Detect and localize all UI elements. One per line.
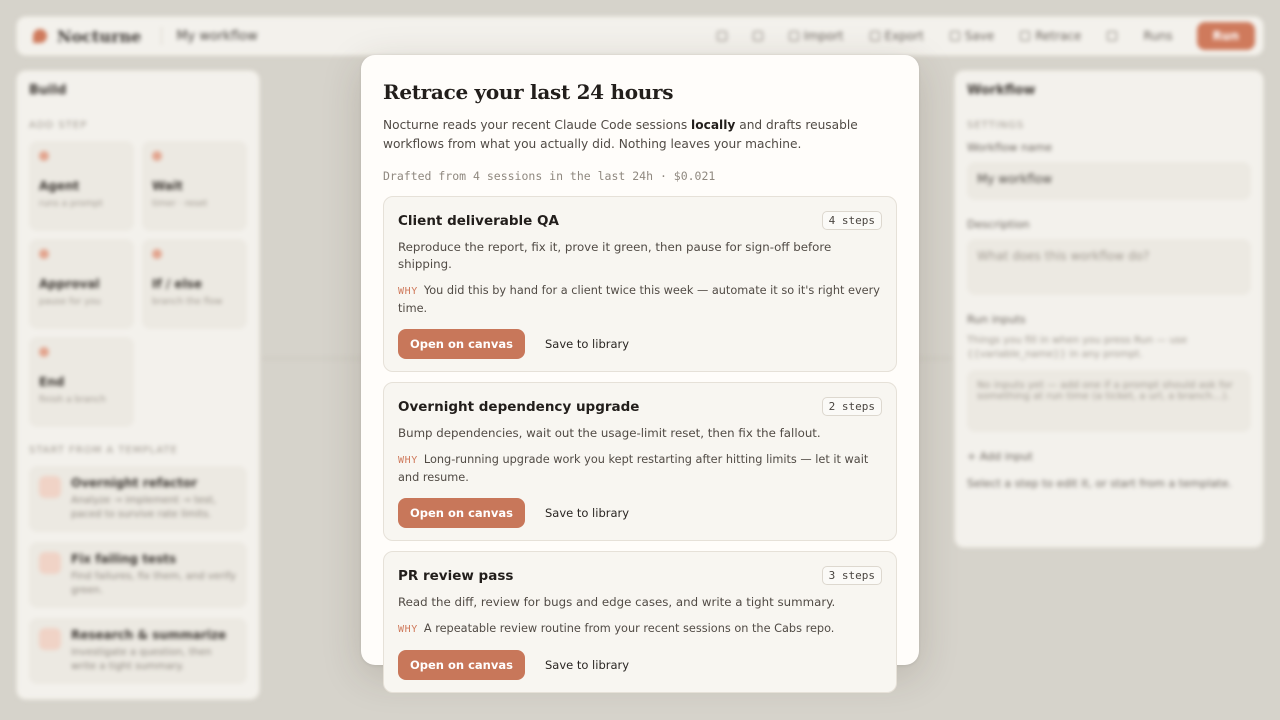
step-card-end[interactable]: End finish a branch: [29, 337, 134, 427]
step-card-if-else[interactable]: If / else branch the flow: [142, 239, 247, 329]
save-button[interactable]: Save: [949, 29, 994, 43]
approval-icon: [39, 249, 49, 259]
card-description: Reproduce the report, fix it, prove it g…: [398, 240, 832, 271]
steps-badge: 3 steps: [821, 566, 882, 585]
workflow-name-label: Workflow name: [967, 141, 1053, 154]
workflow-name-field[interactable]: My workflow: [967, 162, 1251, 200]
templates-label: START FROM A TEMPLATE: [29, 445, 178, 456]
steps-badge: 2 steps: [821, 397, 882, 416]
open-on-canvas-button[interactable]: Open on canvas: [398, 650, 525, 680]
run-inputs-label: Run inputs: [967, 313, 1026, 326]
retrace-button[interactable]: Retrace: [1020, 29, 1081, 43]
runs-button[interactable]: Runs: [1143, 29, 1172, 43]
retrace-modal: Retrace your last 24 hours Nocturne read…: [361, 55, 919, 693]
branch-icon: [152, 249, 162, 259]
workflow-panel: Workflow SETTINGS Workflow name My workf…: [954, 70, 1264, 548]
add-step-label: ADD STEP: [29, 120, 88, 131]
import-button[interactable]: Import: [788, 29, 844, 43]
card-title: Overnight dependency upgrade: [398, 398, 640, 415]
redo-icon: [752, 31, 763, 41]
template-card[interactable]: Research & summarize Investigate a questi…: [29, 618, 247, 684]
workflow-name[interactable]: My workflow: [176, 29, 690, 44]
undo-button[interactable]: [716, 31, 727, 41]
build-panel-title: Build: [29, 83, 67, 98]
save-to-library-button[interactable]: Save to library: [545, 506, 629, 520]
workflow-suggestion-card: PR review pass 3 steps Read the diff, re…: [383, 551, 897, 693]
step-card-wait[interactable]: Wait timer · reset: [142, 141, 247, 231]
template-icon: [39, 628, 61, 650]
locally-emphasis: locally: [691, 118, 736, 132]
clock-icon: [152, 151, 162, 161]
run-inputs-empty: No inputs yet — add one if a prompt shou…: [967, 370, 1251, 432]
sessions-meta: Drafted from 4 sessions in the last 24h …: [383, 169, 716, 183]
settings-label: SETTINGS: [967, 120, 1025, 131]
template-card[interactable]: Fix failing tests Find failures, fix them…: [29, 542, 247, 608]
template-icon: [39, 476, 61, 498]
panel-hint: Select a step to edit it, or start from …: [967, 477, 1232, 490]
save-to-library-button[interactable]: Save to library: [545, 337, 629, 351]
gear-icon: [1107, 31, 1118, 41]
template-card[interactable]: Overnight refactor Analyze → implement → …: [29, 466, 247, 532]
export-button[interactable]: Export: [869, 29, 924, 43]
description-label: Description: [967, 218, 1030, 231]
logo-icon: [33, 29, 47, 43]
card-title: PR review pass: [398, 567, 514, 584]
modal-title: Retrace your last 24 hours: [383, 80, 674, 104]
modal-description: Nocturne reads your recent Claude Code s…: [383, 118, 858, 151]
settings-button[interactable]: [1107, 31, 1118, 41]
build-panel: Build ADD STEP Agent runs a prompt Wait ti…: [16, 70, 260, 700]
agent-icon: [39, 151, 49, 161]
workflow-suggestion-card: Overnight dependency upgrade 2 steps Bum…: [383, 382, 897, 541]
add-input-button[interactable]: + Add input: [967, 450, 1251, 463]
run-inputs-help: Things you fill in when you press Run — …: [967, 335, 1188, 360]
import-icon: [788, 31, 799, 41]
open-on-canvas-button[interactable]: Open on canvas: [398, 329, 525, 359]
save-to-library-button[interactable]: Save to library: [545, 658, 629, 672]
run-button[interactable]: Run: [1196, 22, 1255, 50]
end-icon: [39, 347, 49, 357]
toolbar-divider: [161, 27, 163, 45]
step-card-agent[interactable]: Agent runs a prompt: [29, 141, 134, 231]
export-icon: [869, 31, 880, 41]
card-why: WHY A repeatable review routine from your…: [398, 622, 835, 635]
save-icon: [949, 31, 960, 41]
template-icon: [39, 552, 61, 574]
open-on-canvas-button[interactable]: Open on canvas: [398, 498, 525, 528]
description-field[interactable]: What does this workflow do?: [967, 239, 1251, 295]
step-card-approval[interactable]: Approval pause for you: [29, 239, 134, 329]
card-description: Bump dependencies, wait out the usage-li…: [398, 426, 821, 440]
workflow-suggestion-card: Client deliverable QA 4 steps Reproduce …: [383, 196, 897, 372]
card-why: WHY Long-running upgrade work you kept re…: [398, 453, 869, 484]
app-logo: Nocturne: [57, 26, 142, 46]
undo-icon: [716, 31, 727, 41]
steps-badge: 4 steps: [821, 211, 882, 230]
why-tag: WHY: [398, 624, 418, 635]
why-tag: WHY: [398, 286, 418, 297]
card-title: Client deliverable QA: [398, 212, 559, 229]
why-tag: WHY: [398, 455, 418, 466]
card-why: WHY You did this by hand for a client twi…: [398, 284, 880, 315]
card-description: Read the diff, review for bugs and edge …: [398, 595, 836, 609]
step-grid: Agent runs a prompt Wait timer · reset App…: [29, 141, 247, 427]
retrace-icon: [1020, 31, 1031, 41]
top-toolbar: Nocturne My workflow Import Export Save …: [16, 16, 1264, 56]
redo-button[interactable]: [752, 31, 763, 41]
workflow-panel-title: Workflow: [967, 83, 1036, 98]
